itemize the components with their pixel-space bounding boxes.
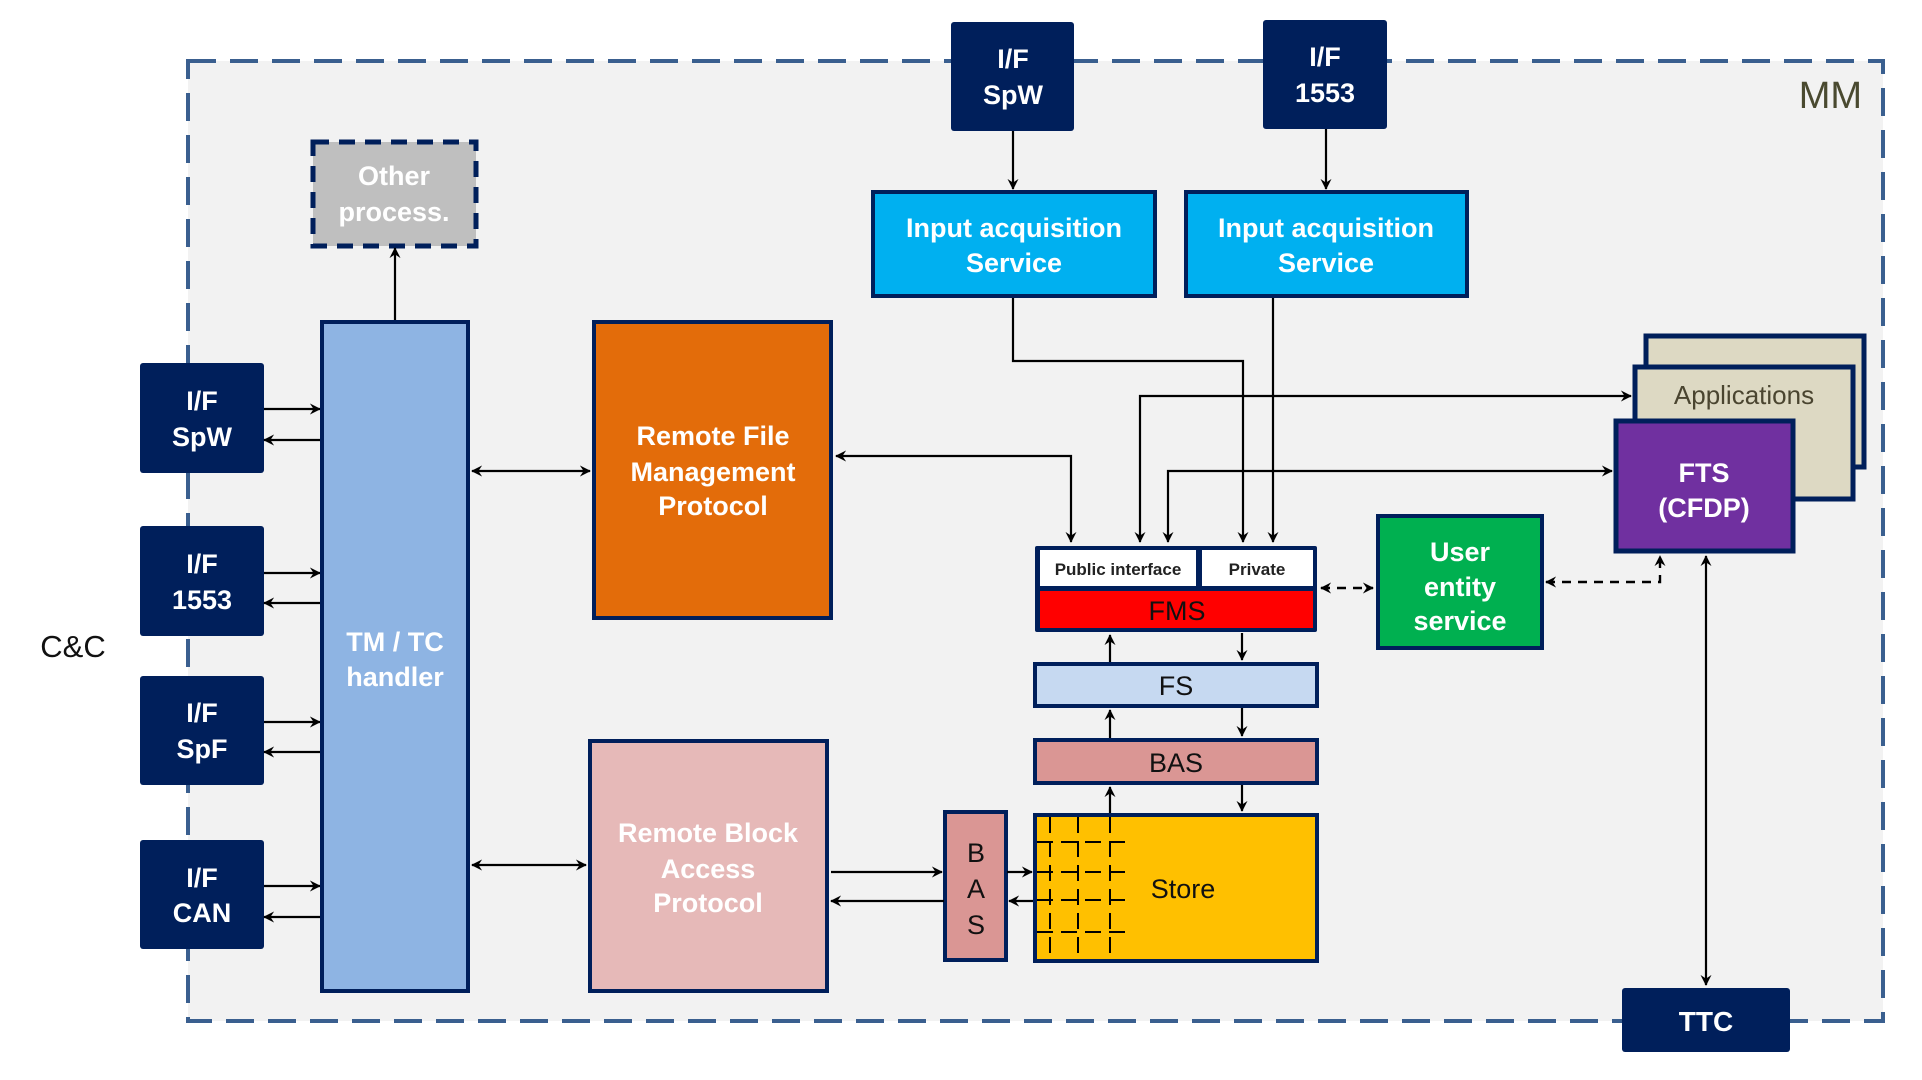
tmtc-handler-line1: TM / TC xyxy=(346,627,443,657)
top-interface-spw-line1: I/F xyxy=(997,44,1029,74)
cc-interface-spw-line1: I/F xyxy=(186,386,218,416)
cc-interface-1553[interactable]: I/F 1553 xyxy=(140,526,264,636)
top-interface-spw-line2: SpW xyxy=(983,80,1044,110)
input-acquisition-service-1[interactable]: Input acquisition Service xyxy=(871,190,1157,298)
cc-interface-1553-line1: I/F xyxy=(186,549,218,579)
rfmp-line3: Protocol xyxy=(658,491,768,521)
ttc-label: TTC xyxy=(1679,1006,1733,1037)
user-entity-line1: User xyxy=(1430,537,1491,567)
private-label: Private xyxy=(1229,560,1286,579)
rbap-line3: Protocol xyxy=(653,888,763,918)
bas-vertical-s: S xyxy=(967,910,985,940)
fms-label: FMS xyxy=(1149,596,1206,626)
applications-label: Applications xyxy=(1674,380,1814,410)
fms-block[interactable]: Public interface Private FMS xyxy=(1035,546,1317,632)
cc-interface-spw[interactable]: I/F SpW xyxy=(140,363,264,473)
cc-interface-can[interactable]: I/F CAN xyxy=(140,840,264,949)
input-acq-2-line2: Service xyxy=(1278,248,1374,278)
input-acquisition-service-2[interactable]: Input acquisition Service xyxy=(1184,190,1469,298)
top-interface-1553-line1: I/F xyxy=(1309,42,1341,72)
input-acq-2-line1: Input acquisition xyxy=(1218,213,1434,243)
mm-label: MM xyxy=(1799,75,1862,117)
fts-line2: (CFDP) xyxy=(1658,493,1749,523)
diagram-canvas: MM C&C I/F SpW I/F 1553 I/F SpF I/F CAN … xyxy=(40,20,1885,1052)
bas-vertical-b: B xyxy=(967,838,985,868)
cc-interface-can-line1: I/F xyxy=(186,863,218,893)
bas-horizontal-label: BAS xyxy=(1149,748,1203,778)
other-process-line1: Other xyxy=(358,161,431,191)
public-interface-label: Public interface xyxy=(1055,560,1182,579)
rbap-line2: Access xyxy=(661,854,756,884)
rfmp-line2: Management xyxy=(630,457,795,487)
cc-interface-spf-line1: I/F xyxy=(186,698,218,728)
cc-interface-can-line2: CAN xyxy=(173,898,232,928)
bas-vertical-a: A xyxy=(967,874,985,904)
fs-label: FS xyxy=(1159,671,1194,701)
user-entity-line3: service xyxy=(1413,606,1506,636)
other-process-line2: process. xyxy=(338,197,449,227)
tmtc-handler-box[interactable]: TM / TC handler xyxy=(320,320,470,993)
rfmp-box[interactable]: Remote File Management Protocol xyxy=(592,320,833,620)
store-label: Store xyxy=(1151,874,1216,904)
user-entity-service-box[interactable]: User entity service xyxy=(1376,514,1544,650)
top-interface-1553[interactable]: I/F 1553 xyxy=(1263,20,1387,129)
cc-interface-spf[interactable]: I/F SpF xyxy=(140,676,264,785)
fs-box[interactable]: FS xyxy=(1033,662,1319,708)
fts-box[interactable]: FTS (CFDP) xyxy=(1613,418,1796,554)
store-box[interactable]: Store xyxy=(1033,813,1319,963)
rbap-box[interactable]: Remote Block Access Protocol xyxy=(588,739,829,993)
cc-interface-1553-line2: 1553 xyxy=(172,585,232,615)
input-acq-1-line2: Service xyxy=(966,248,1062,278)
input-acq-1-line1: Input acquisition xyxy=(906,213,1122,243)
bas-horizontal-box[interactable]: BAS xyxy=(1033,738,1319,785)
ttc-box[interactable]: TTC xyxy=(1622,988,1790,1052)
cc-label: C&C xyxy=(40,629,105,664)
cc-interface-spw-line2: SpW xyxy=(172,422,233,452)
fts-line1: FTS xyxy=(1679,458,1730,488)
top-interface-spw[interactable]: I/F SpW xyxy=(951,22,1074,131)
bas-vertical-box[interactable]: B A S xyxy=(943,810,1008,962)
rbap-line1: Remote Block xyxy=(618,818,799,848)
top-interface-1553-line2: 1553 xyxy=(1295,78,1355,108)
tmtc-handler-line2: handler xyxy=(346,662,444,692)
user-entity-line2: entity xyxy=(1424,572,1496,602)
other-process-box[interactable]: Other process. xyxy=(310,139,479,249)
cc-interface-spf-line2: SpF xyxy=(177,734,228,764)
rfmp-line1: Remote File xyxy=(636,421,789,451)
